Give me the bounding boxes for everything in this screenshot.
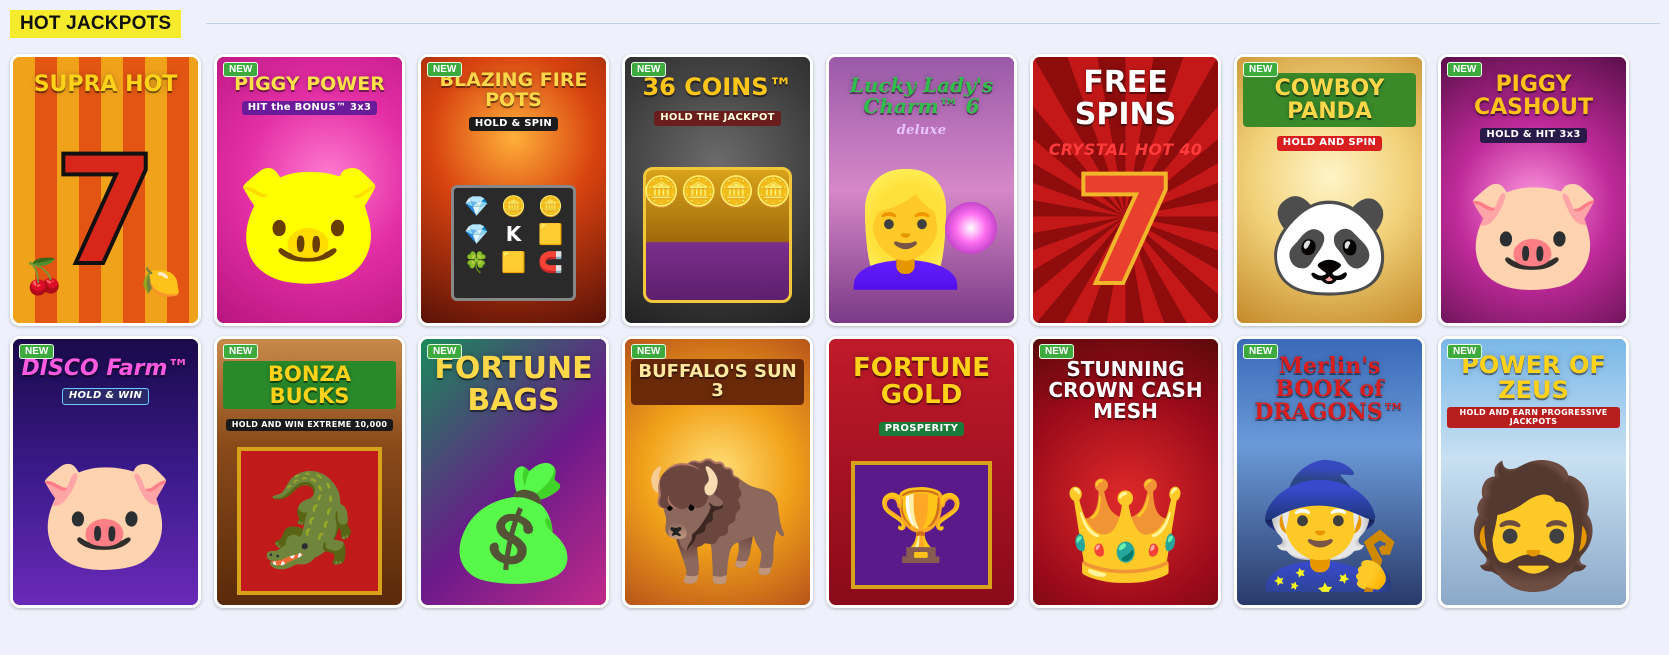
- header-divider: [206, 23, 1660, 24]
- game-card-36-coins[interactable]: NEW 36 COINS™ HOLD THE JACKPOT 🪙🪙🪙🪙: [622, 54, 813, 326]
- new-badge: NEW: [1243, 62, 1279, 77]
- game-card-bonza-bucks[interactable]: NEW BONZA BUCKS HOLD AND WIN EXTREME 10,…: [214, 336, 405, 608]
- game-card-disco-farm[interactable]: NEW DISCO Farm™ HOLD & WIN 🐷: [10, 336, 201, 608]
- game-card-piggy-cashout[interactable]: NEW PIGGY CASHOUT HOLD & HIT 3x3 🐷: [1438, 54, 1629, 326]
- wizard-icon: 🧙: [1254, 457, 1405, 596]
- new-badge: NEW: [427, 344, 463, 359]
- coins-icon: 🪙🪙🪙🪙: [642, 175, 793, 210]
- section-title: HOT JACKPOTS: [10, 10, 182, 38]
- game-card-cowboy-panda[interactable]: NEW COWBOY PANDA HOLD AND SPIN 🐼: [1234, 54, 1425, 326]
- game-card-fortune-gold[interactable]: FORTUNE GOLD PROSPERITY 🏆: [826, 336, 1017, 608]
- new-badge: NEW: [1447, 344, 1483, 359]
- game-title: BLAZING FIRE POTS HOLD & SPIN: [427, 70, 600, 132]
- game-card-merlins-book-of-dragons[interactable]: NEW Merlin's BOOK of DRAGONS™ 🧙: [1234, 336, 1425, 608]
- game-title: FORTUNE BAGS: [434, 351, 593, 418]
- game-card-lucky-ladys-charm-6[interactable]: Lucky Lady's Charm™ 6 deluxe 👱‍♀️: [826, 54, 1017, 326]
- new-badge: NEW: [1447, 62, 1483, 77]
- disco-pig-icon: 🐷: [37, 449, 174, 577]
- game-title: BONZA BUCKS HOLD AND WIN EXTREME 10,000: [223, 361, 396, 432]
- game-title: DISCO Farm™ HOLD & WIN: [19, 357, 192, 405]
- pig-icon: 🐷: [1465, 169, 1602, 297]
- game-title: FORTUNE GOLD PROSPERITY: [835, 354, 1008, 437]
- game-card-stunning-crown-cash-mesh[interactable]: NEW STUNNING CROWN CASH MESH 👑: [1030, 336, 1221, 608]
- new-badge: NEW: [19, 344, 55, 359]
- game-card-free-spins-crystal-hot-40[interactable]: FREE SPINS CRYSTAL HOT 40 7: [1030, 54, 1221, 326]
- game-title: POWER OF ZEUS HOLD AND EARN PROGRESSIVE …: [1447, 352, 1620, 429]
- game-title: COWBOY PANDA HOLD AND SPIN: [1243, 73, 1416, 151]
- new-badge: NEW: [427, 62, 463, 77]
- crystal-ball-icon: [945, 202, 997, 254]
- game-card-blazing-fire-pots[interactable]: NEW BLAZING FIRE POTS HOLD & SPIN 💎 🪙 🪙 💎 K…: [418, 54, 609, 326]
- new-badge: NEW: [223, 344, 259, 359]
- lucky-seven-icon: 7: [1071, 145, 1179, 319]
- buffalo-icon: 🦬: [642, 449, 793, 588]
- game-title: PIGGY POWER HIT the BONUS™ 3x3: [223, 74, 396, 116]
- game-card-supra-hot[interactable]: SUPRA HOT 7 🍒 🍋: [10, 54, 201, 326]
- game-title: Lucky Lady's Charm™ 6 deluxe: [849, 73, 994, 138]
- games-grid: SUPRA HOT 7 🍒 🍋 NEW PIGGY POWER HIT the …: [10, 54, 1629, 608]
- new-badge: NEW: [631, 344, 667, 359]
- game-title: PIGGY CASHOUT HOLD & HIT 3x3: [1447, 73, 1620, 143]
- new-badge: NEW: [631, 62, 667, 77]
- game-card-piggy-power[interactable]: NEW PIGGY POWER HIT the BONUS™ 3x3 🐷: [214, 54, 405, 326]
- new-badge: NEW: [1243, 344, 1279, 359]
- game-title: SUPRA HOT: [33, 72, 178, 97]
- slot-reels-icon: 💎 🪙 🪙 💎 K 🟨 🍀 🟨 🧲: [451, 185, 576, 301]
- zeus-icon: 🧔: [1458, 457, 1609, 596]
- money-bag-icon: 💰: [445, 459, 582, 587]
- lemon-icon: 🍋: [141, 263, 181, 301]
- game-title: 36 COINS™ HOLD THE JACKPOT: [631, 74, 804, 126]
- game-title: Merlin's BOOK of DRAGONS™: [1254, 353, 1405, 426]
- crown-icon: 👑: [1063, 471, 1188, 588]
- game-card-fortune-bags[interactable]: NEW FORTUNE BAGS 💰: [418, 336, 609, 608]
- cherry-icon: 🍒: [23, 257, 66, 297]
- game-card-power-of-zeus[interactable]: NEW POWER OF ZEUS HOLD AND EARN PROGRESS…: [1438, 336, 1629, 608]
- crocodile-icon: 🐊: [237, 447, 382, 595]
- new-badge: NEW: [223, 62, 259, 77]
- panda-icon: 🐼: [1267, 185, 1392, 302]
- gold-ingot-icon: 🏆: [851, 461, 992, 589]
- game-title: STUNNING CROWN CASH MESH: [1048, 357, 1203, 423]
- section-header: HOT JACKPOTS: [10, 10, 1660, 38]
- game-title: BUFFALO'S SUN 3: [631, 359, 804, 405]
- game-title: FREE SPINS CRYSTAL HOT 40: [1048, 65, 1203, 159]
- game-card-buffalos-sun-3[interactable]: NEW BUFFALO'S SUN 3 🦬: [622, 336, 813, 608]
- piggy-bank-icon: 🐷: [234, 153, 385, 292]
- new-badge: NEW: [1039, 344, 1075, 359]
